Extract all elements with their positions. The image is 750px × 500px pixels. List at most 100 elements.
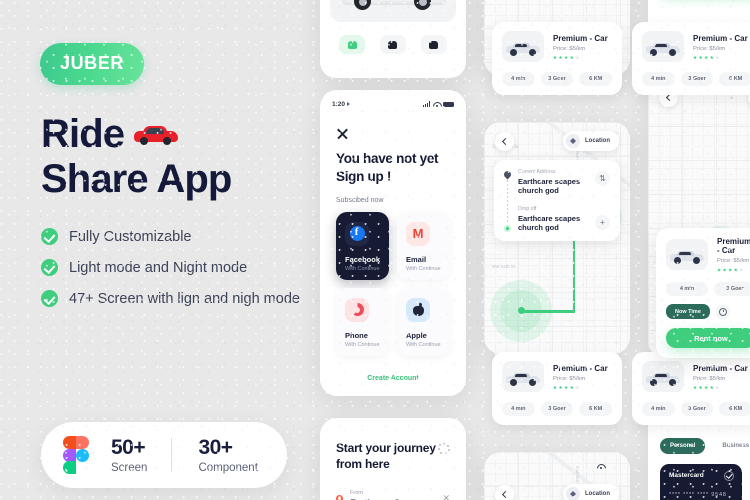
close-icon[interactable] — [336, 127, 349, 140]
location-button[interactable]: Location — [563, 484, 619, 500]
car-attributes: 4 min 3 Goer 6 KM — [642, 402, 750, 416]
route-markers — [502, 169, 513, 232]
car-name: Premium - Car — [717, 237, 750, 255]
now-time-chip[interactable]: Now Time — [666, 304, 710, 319]
payment-card[interactable]: Mastercard **** **** **** 9548 — [660, 464, 742, 500]
car-name: Premium - Car — [553, 363, 608, 373]
brand-badge: JUBER — [40, 43, 145, 85]
car-image — [330, 0, 456, 22]
swap-icon[interactable]: ⇅ — [595, 171, 610, 186]
car-card[interactable]: Premium - Car Price: $5/km 4 min 3 Goer … — [492, 22, 622, 95]
swatch-dark-1[interactable] — [379, 35, 406, 54]
rating-stars — [693, 385, 748, 390]
chip-seats: 3 Goer — [680, 402, 714, 416]
facebook-icon — [345, 221, 369, 246]
rating-stars — [693, 55, 748, 60]
car-icon — [502, 361, 544, 392]
car-card[interactable]: Premium - Car Price: $5/km 4 min 3 Goer … — [632, 352, 750, 425]
payment-tabs: Personal Business Other — [660, 438, 750, 454]
car-price: Price: $5/km — [717, 258, 750, 264]
chip-seats: 3 Goer — [680, 72, 714, 86]
white-car-icon — [342, 0, 446, 10]
rating-stars — [553, 385, 608, 390]
swatch-dark-2[interactable] — [420, 35, 447, 54]
car-icon — [666, 239, 708, 270]
back-button[interactable] — [495, 131, 514, 151]
auth-sublabel: With Continue — [406, 266, 441, 273]
location-button[interactable]: Location — [563, 131, 619, 151]
red-car-icon — [134, 123, 179, 146]
auth-label: Facebook — [345, 254, 381, 264]
street-label: NW 65th St — [492, 264, 516, 269]
chip-distance: 6 KM — [579, 72, 613, 86]
car-name: Premium - Car — [553, 33, 608, 43]
tab-personal[interactable]: Personal — [660, 438, 706, 454]
check-circle-icon — [41, 228, 58, 245]
card-number: **** **** **** 9548 — [669, 492, 727, 498]
color-swatch-row — [320, 35, 466, 54]
chip-duration: 4 min — [642, 72, 675, 86]
compass-icon — [566, 134, 580, 148]
car-name: Premium - Car — [693, 363, 748, 373]
route-origin-dot — [518, 307, 525, 314]
rent-now-button[interactable]: Rent now — [666, 328, 750, 348]
stat-label: Component — [198, 462, 258, 474]
current-address-label: Current Address — [518, 169, 556, 175]
stat-screen: 50+ Screen — [111, 436, 147, 474]
chip-distance: 6 KM — [579, 402, 613, 416]
chip-duration: 4 min — [666, 282, 708, 296]
close-icon[interactable]: ✕ — [442, 493, 450, 500]
car-card[interactable]: Premium - Car Price: $5/km 4 min 3 Goer … — [492, 352, 622, 425]
car-icon — [502, 31, 544, 62]
location-label: Location — [585, 491, 610, 497]
phone-start-journey: Start your journey from here From Earthc… — [320, 418, 466, 500]
auth-option-phone[interactable]: Phone With Continue — [336, 287, 390, 356]
rent-car-card[interactable]: Premium - Car Price: $5/km 4 min 3 Goer … — [656, 228, 750, 358]
car-price: Price: $5/km — [553, 45, 586, 52]
chip-seats: 3 Goer — [714, 282, 750, 296]
chip-seats: 3 Goer — [540, 402, 574, 416]
chevron-left-icon — [501, 137, 510, 145]
create-account-link[interactable]: Create Account — [336, 375, 450, 382]
chip-distance: 6 KM — [719, 402, 750, 416]
current-address-value[interactable]: Earthcare scapes church god — [518, 177, 588, 195]
feature-label: 47+ Screen with lign and nigh mode — [69, 290, 300, 307]
journey-title: Start your journey from here — [336, 440, 436, 473]
stat-value: 50+ — [111, 436, 146, 459]
from-field[interactable]: From Earthcare Scapes ✕ — [336, 490, 450, 500]
check-icon — [724, 471, 734, 481]
check-circle-icon — [41, 290, 58, 307]
stat-value: 30+ — [198, 436, 233, 459]
auth-option-facebook[interactable]: Facebook With Continue — [336, 211, 390, 280]
back-button[interactable] — [495, 484, 514, 500]
chip-seats: 3 Goer — [540, 72, 574, 86]
wifi-icon — [597, 464, 604, 470]
signup-title-line-1: You have not yet — [336, 151, 439, 166]
tab-business[interactable]: Business — [712, 438, 750, 454]
status-time-wrap: 1:20 — [332, 101, 351, 108]
hero-line-2: Share App — [41, 156, 232, 201]
auth-option-email[interactable]: M Email With Continue — [397, 211, 450, 280]
check-circle-icon — [41, 259, 58, 276]
car-attributes: 4 min 3 Goer 6 KM — [502, 72, 613, 86]
stat-component: 30+ Component — [198, 436, 257, 474]
dropoff-value[interactable]: Earthcare scapes church god — [518, 214, 588, 232]
auth-option-apple[interactable]: Apple With Continue — [397, 287, 450, 356]
rating-stars — [553, 55, 608, 60]
stat-label: Screen — [111, 462, 148, 474]
dropoff-label: Drop off — [518, 206, 537, 212]
car-name: Premium - Car — [693, 33, 748, 43]
phone-signup: 1:20 You have not yet Sign up ! Subscibe… — [320, 90, 466, 396]
clock-icon[interactable] — [715, 304, 730, 319]
swatch-green[interactable] — [339, 35, 366, 54]
payment-cards: Mastercard **** **** **** 9548 Mastercar… — [660, 464, 750, 500]
signup-subtitle: Subscibed now — [336, 196, 384, 204]
list-item: Fully Customizable — [41, 228, 300, 245]
car-price: Price: $5/km — [553, 375, 586, 382]
chip-duration: 4 min — [502, 402, 535, 416]
journey-title-line-2: from here — [336, 457, 390, 472]
plus-icon[interactable]: + — [595, 215, 610, 230]
from-label: From — [350, 489, 363, 496]
car-card[interactable]: Premium - Car Price: $5/km 4 min 3 Goer … — [632, 22, 750, 95]
route-path — [521, 310, 575, 313]
